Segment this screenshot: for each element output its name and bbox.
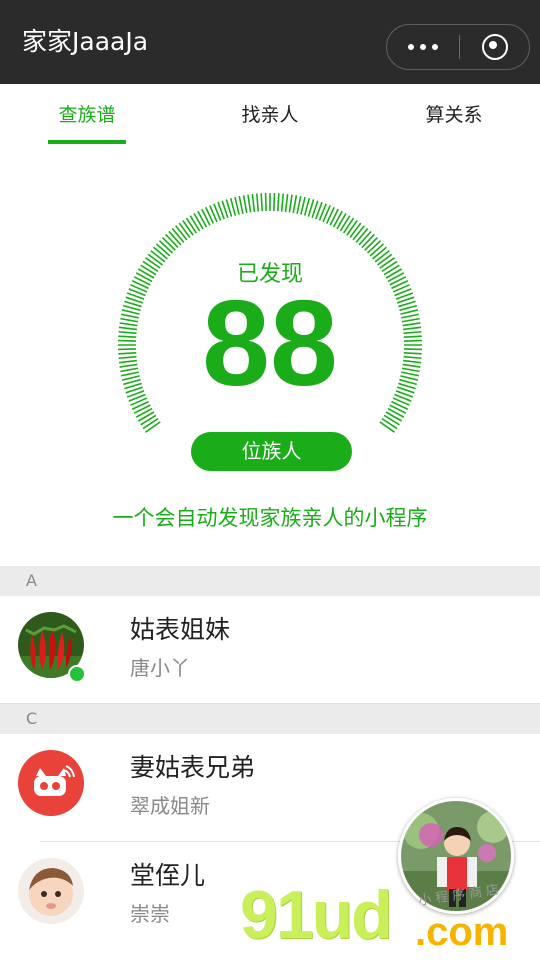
gauge-tick: [142, 417, 159, 430]
gauge-tick: [158, 240, 174, 254]
gauge-tick: [383, 414, 400, 426]
relation-name: 姑表姐妹: [130, 615, 231, 644]
gauge-tick: [229, 197, 237, 216]
watermark-logo: 91ud 小程序商店 .com: [240, 877, 540, 960]
gauge-tick: [145, 421, 161, 433]
gauge-tick: [280, 193, 285, 212]
gauge-tick: [260, 193, 264, 212]
gauge-tick: [161, 236, 176, 251]
baby-photo: [18, 858, 84, 924]
gauge-tick: [352, 225, 365, 241]
gauge-tick: [336, 212, 347, 230]
gauge-tick: [171, 228, 185, 243]
gauge-tick: [273, 193, 276, 212]
gauge-tick: [197, 210, 208, 228]
gauge-tick: [358, 230, 372, 246]
slogan: 一个会自动发现家族亲人的小程序: [112, 506, 428, 530]
title-bar: 家家JaaaJa: [0, 0, 540, 84]
gauge-tick: [288, 194, 293, 213]
tab-calc-relation[interactable]: 算关系: [394, 102, 514, 128]
gauge-tick: [238, 195, 244, 214]
gauge-tick: [155, 243, 171, 257]
gauge-tick: [193, 212, 204, 230]
active-tab-indicator: [48, 140, 126, 144]
gauge-tick: [242, 195, 248, 214]
gauge-tick: [168, 230, 182, 246]
gauge-tick: [381, 417, 398, 430]
gauge-tick: [137, 411, 155, 422]
gauge-tick: [361, 233, 375, 249]
gauge-tick: [342, 217, 355, 234]
more-dots-icon: [408, 44, 414, 50]
found-count: 88: [202, 275, 338, 411]
avatar: [18, 858, 84, 924]
app-title: 家家JaaaJa: [22, 27, 149, 56]
gauge-tick: [366, 240, 382, 254]
relation-name: 妻姑表兄弟: [130, 753, 256, 782]
member-name: 翠成姐新: [130, 794, 210, 818]
relation-name: 堂侄儿: [130, 861, 206, 890]
gauge-tick: [349, 222, 362, 238]
gauge-tick: [300, 196, 306, 215]
gauge-tick: [234, 196, 240, 215]
gauge-tick: [339, 215, 351, 232]
family-members-button[interactable]: 位族人: [191, 432, 352, 471]
gauge-tick: [332, 210, 343, 228]
avatar: [18, 750, 84, 816]
gauge-tick: [369, 243, 385, 257]
tab-bar: 查族谱 找亲人 算关系: [0, 84, 540, 150]
online-status-dot: [68, 665, 86, 683]
gauge-tick: [387, 407, 405, 418]
gauge-tick: [264, 193, 267, 212]
member-name: 唐小丫: [130, 656, 190, 680]
list-item[interactable]: 姑表姐妹 唐小丫: [0, 596, 540, 704]
watermark-tld: .com: [415, 910, 509, 954]
gauge-tick: [247, 194, 252, 213]
gauge-tick: [165, 233, 179, 249]
gauge-tick: [385, 411, 403, 422]
section-header-a: A: [0, 566, 540, 596]
gauge-tick: [251, 193, 256, 213]
gauge-tick: [346, 220, 358, 236]
gauge-tick: [379, 421, 395, 433]
more-button[interactable]: [387, 25, 459, 71]
tab-find-relatives[interactable]: 找亲人: [210, 102, 330, 128]
gauge-tick: [303, 197, 311, 216]
discovery-gauge: 已发现 88 位族人: [0, 150, 540, 480]
gauge-tick: [364, 236, 379, 251]
gauge-tick: [185, 217, 198, 234]
gauge-tick: [284, 193, 289, 213]
gauge-tick: [178, 222, 191, 238]
close-button[interactable]: [460, 25, 530, 71]
gauge-tick: [276, 193, 280, 212]
member-name: 崇崇: [130, 902, 170, 926]
gauge-tick: [175, 225, 188, 241]
gauge-tick: [182, 220, 194, 236]
menu-capsule: [386, 24, 530, 70]
gauge-tick: [255, 193, 260, 212]
gauge-tick: [292, 195, 298, 214]
gauge-tick: [189, 215, 201, 232]
gauge-tick: [296, 195, 302, 214]
gauge-tick: [135, 407, 153, 418]
gauge-tick: [140, 414, 157, 426]
section-header-c: C: [0, 704, 540, 734]
tab-family-tree[interactable]: 查族谱: [27, 102, 147, 128]
watermark-brand: 91ud: [240, 877, 393, 953]
red-pig-logo: [18, 750, 84, 816]
gauge-tick: [355, 228, 369, 243]
